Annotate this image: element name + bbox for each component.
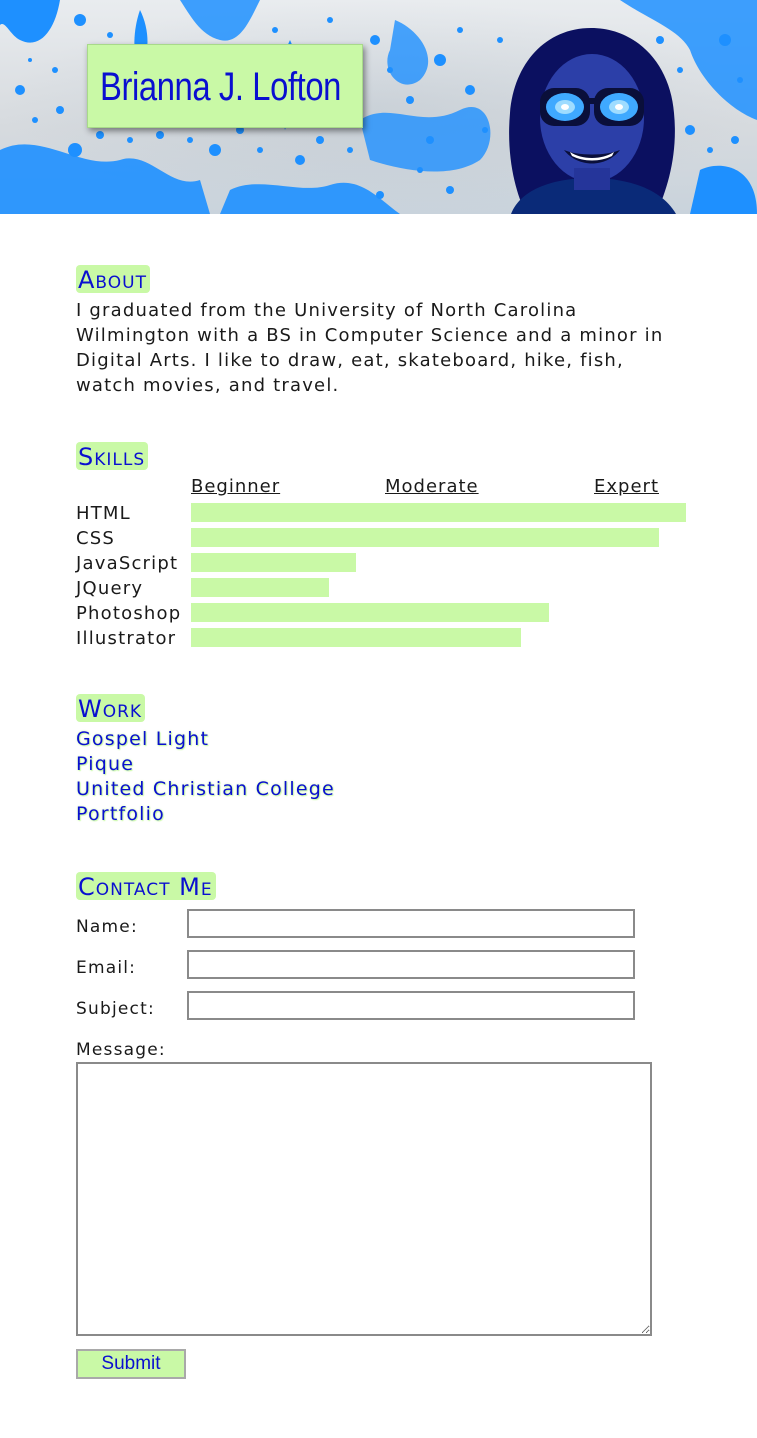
skill-row: HTML <box>76 502 696 527</box>
scale-label-beginner: Beginner <box>191 476 281 497</box>
name-field[interactable] <box>187 909 635 938</box>
skill-bar <box>191 503 686 522</box>
message-field[interactable] <box>76 1062 652 1336</box>
header-banner: Brianna J. Lofton <box>0 0 757 214</box>
scale-label-expert: Expert <box>594 476 659 497</box>
work-link-gospel-light[interactable]: Gospel Light <box>76 727 209 751</box>
submit-button[interactable]: Submit <box>76 1349 186 1379</box>
skill-row: JavaScript <box>76 552 696 577</box>
skill-name: Photoshop <box>76 603 182 624</box>
message-label: Message: <box>76 1040 166 1060</box>
work-link-pique[interactable]: Pique <box>76 752 134 776</box>
about-heading: About <box>76 265 150 293</box>
skills-scale: Beginner Moderate Expert <box>191 476 659 500</box>
skill-name: CSS <box>76 528 116 549</box>
skill-bar <box>191 553 356 572</box>
subject-field[interactable] <box>187 991 635 1020</box>
skill-bar <box>191 578 329 597</box>
subject-label: Subject: <box>76 999 155 1019</box>
work-link-united-christian-college[interactable]: United Christian College <box>76 777 335 801</box>
scale-label-moderate: Moderate <box>385 476 479 497</box>
skill-name: JavaScript <box>76 553 179 574</box>
skill-bar <box>191 628 521 647</box>
name-label: Name: <box>76 917 138 937</box>
about-text: I graduated from the University of North… <box>76 300 664 396</box>
skill-name: HTML <box>76 503 131 524</box>
skill-bar <box>191 603 549 622</box>
skill-row: Illustrator <box>76 627 696 652</box>
work-heading: Work <box>76 694 146 722</box>
profile-photo <box>509 28 676 214</box>
skill-row: CSS <box>76 527 696 552</box>
skill-name: JQuery <box>76 578 144 599</box>
email-field[interactable] <box>187 950 635 979</box>
skill-name: Illustrator <box>76 628 177 649</box>
name-plate: Brianna J. Lofton <box>87 44 363 128</box>
skill-bar <box>191 528 659 547</box>
email-label: Email: <box>76 958 137 978</box>
page-title: Brianna J. Lofton <box>100 65 342 109</box>
skills-heading: Skills <box>76 442 149 470</box>
work-link-portfolio[interactable]: Portfolio <box>76 802 165 826</box>
skill-row: Photoshop <box>76 602 696 627</box>
contact-heading: Contact Me <box>76 872 216 900</box>
skill-row: JQuery <box>76 577 696 602</box>
